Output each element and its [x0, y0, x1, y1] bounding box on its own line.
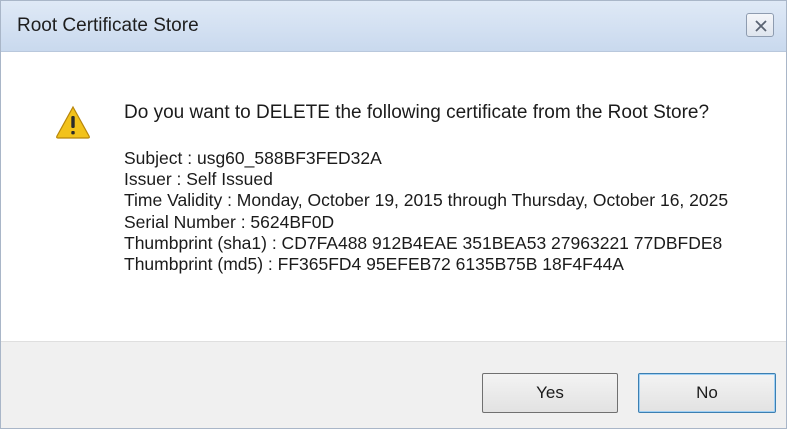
certificate-details: Subject : usg60_588BF3FED32A Issuer : Se… [124, 148, 739, 275]
button-bar: Yes No [1, 341, 786, 428]
thumbprint-sha1-line: Thumbprint (sha1) : CD7FA488 912B4EAE 35… [124, 232, 723, 253]
yes-button[interactable]: Yes [482, 373, 618, 413]
close-button[interactable] [746, 13, 774, 37]
dialog-content: Do you want to DELETE the following cert… [1, 52, 786, 341]
serial-number-line: Serial Number : 5624BF0D [124, 211, 335, 232]
warning-icon [56, 105, 90, 139]
thumbprint-md5-line: Thumbprint (md5) : FF365FD4 95EFEB72 613… [124, 254, 624, 275]
title-bar[interactable]: Root Certificate Store [1, 1, 786, 52]
window-title: Root Certificate Store [17, 15, 199, 36]
confirmation-question: Do you want to DELETE the following cert… [124, 102, 710, 123]
no-button[interactable]: No [638, 373, 776, 413]
root-certificate-store-dialog: Root Certificate Store Do you want to DE… [0, 0, 787, 429]
issuer-line: Issuer : Self Issued [124, 169, 273, 190]
subject-line: Subject : usg60_588BF3FED32A [124, 148, 382, 168]
close-icon [755, 20, 767, 32]
validity-line: Time Validity : Monday, October 19, 2015… [124, 190, 729, 211]
